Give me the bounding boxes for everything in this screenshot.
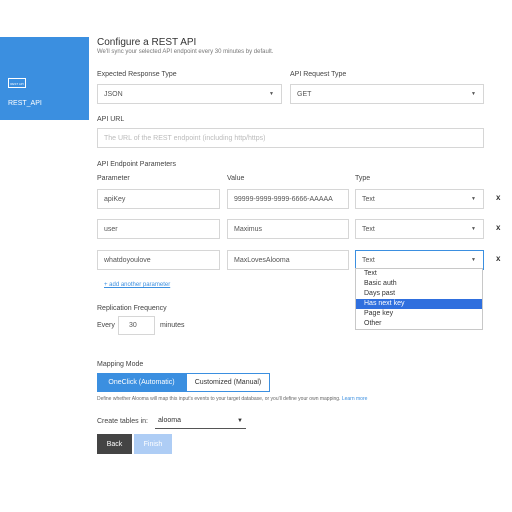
type-dropdown-menu: Text Basic auth Days past Has next key P… (355, 268, 483, 330)
dropdown-option-page-key[interactable]: Page key (356, 309, 482, 319)
col-parameter-header: Parameter (97, 175, 130, 182)
replication-label: Replication Frequency (97, 305, 167, 312)
chevron-down-icon: ▼ (471, 196, 476, 202)
learn-more-link[interactable]: Learn more (342, 396, 368, 402)
mapping-oneclick-button[interactable]: OneClick (Automatic) (97, 373, 186, 392)
back-button[interactable]: Back (97, 434, 132, 454)
request-type-label: API Request Type (290, 71, 347, 78)
page-subtitle: We'll sync your selected API endpoint ev… (97, 49, 274, 55)
mapping-note: Define whether Alooma will map this inpu… (97, 396, 367, 402)
param-type-value: Text (362, 225, 375, 233)
param-value-input[interactable]: 99999-9999-9999-6666-AAAAA (227, 189, 349, 209)
dropdown-option-basic-auth[interactable]: Basic auth (356, 279, 482, 289)
create-tables-select[interactable]: alooma ▼ (155, 413, 246, 429)
dropdown-option-text[interactable]: Text (356, 269, 482, 279)
create-tables-label: Create tables in: (97, 418, 148, 425)
chevron-down-icon: ▼ (269, 91, 274, 97)
request-type-select[interactable]: GET ▼ (290, 84, 484, 104)
add-parameter-link[interactable]: + add another parameter (104, 282, 170, 288)
create-tables-value: alooma (158, 417, 181, 424)
param-type-select[interactable]: Text ▼ (355, 219, 484, 239)
mapping-mode-label: Mapping Mode (97, 361, 144, 368)
replication-minutes-input[interactable]: 30 (118, 316, 155, 335)
dropdown-option-other[interactable]: Other (356, 319, 482, 329)
sidebar-input-label: REST_API (8, 100, 42, 107)
param-name-input[interactable]: whatdoyoulove (97, 250, 220, 270)
mapping-note-text: Define whether Alooma will map this inpu… (97, 396, 341, 402)
param-value-input[interactable]: Maximus (227, 219, 349, 239)
api-url-input[interactable]: The URL of the REST endpoint (including … (97, 128, 484, 148)
replication-prefix: Every (97, 322, 115, 329)
response-type-label: Expected Response Type (97, 71, 177, 78)
dropdown-option-days-past[interactable]: Days past (356, 289, 482, 299)
params-section-label: API Endpoint Parameters (97, 161, 176, 168)
dropdown-option-has-next-key[interactable]: Has next key (356, 299, 482, 309)
chevron-down-icon: ▼ (471, 257, 476, 263)
col-type-header: Type (355, 175, 371, 182)
col-value-header: Value (227, 175, 245, 182)
response-type-value: JSON (104, 90, 123, 98)
chevron-down-icon: ▼ (471, 91, 476, 97)
request-type-value: GET (297, 90, 312, 98)
remove-param-button[interactable]: x (496, 193, 500, 202)
rest-api-logo: REST API (8, 78, 26, 88)
param-name-input[interactable]: user (97, 219, 220, 239)
finish-button[interactable]: Finish (134, 434, 172, 454)
param-name-input[interactable]: apiKey (97, 189, 220, 209)
param-type-select[interactable]: Text ▼ (355, 189, 484, 209)
response-type-select[interactable]: JSON ▼ (97, 84, 282, 104)
mapping-customized-button[interactable]: Customized (Manual) (186, 373, 270, 392)
page-title: Configure a REST API (97, 37, 197, 48)
remove-param-button[interactable]: x (496, 223, 500, 232)
caret-down-icon: ▼ (237, 417, 243, 424)
replication-suffix: minutes (160, 322, 185, 329)
chevron-down-icon: ▼ (471, 226, 476, 232)
param-type-value: Text (362, 195, 375, 203)
param-type-select[interactable]: Text ▼ (355, 250, 484, 270)
api-url-label: API URL (97, 116, 125, 123)
param-value-input[interactable]: MaxLovesAlooma (227, 250, 349, 270)
remove-param-button[interactable]: x (496, 254, 500, 263)
api-url-placeholder: The URL of the REST endpoint (including … (104, 134, 266, 142)
param-type-value: Text (362, 256, 375, 264)
